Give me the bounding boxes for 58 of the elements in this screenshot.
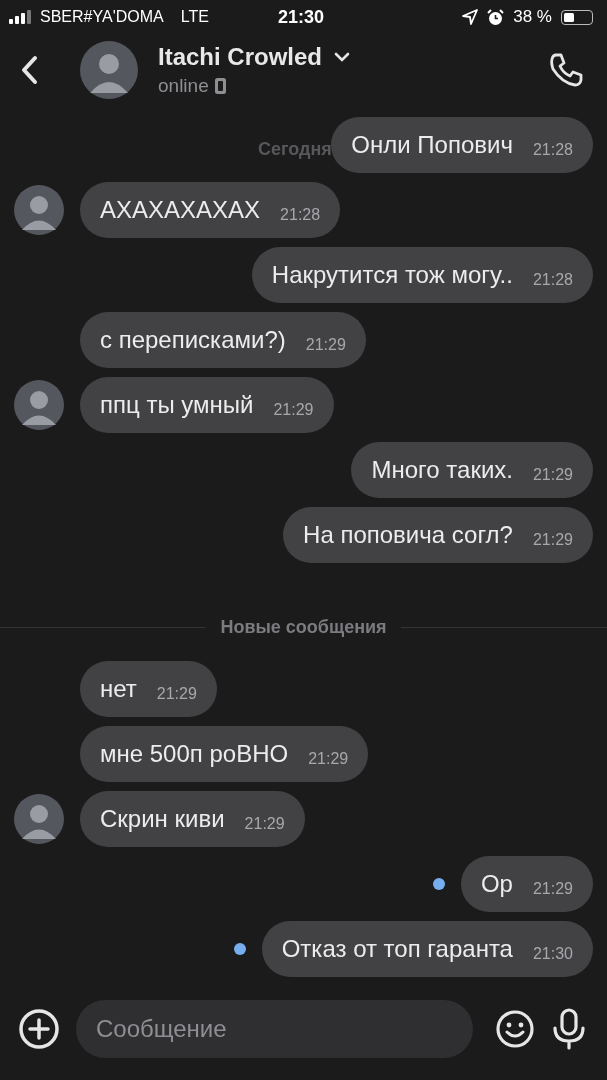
message-text: Накрутится тож могу.. <box>271 261 513 289</box>
message-text: с переписками?) <box>100 326 286 354</box>
message-bubble[interactable]: Накрутится тож могу.. 21:28 <box>251 247 593 303</box>
message-text: нет <box>100 675 137 703</box>
message-bubble[interactable]: Много таких. 21:29 <box>351 442 593 498</box>
message-text: Отказ от топ гаранта <box>281 935 513 963</box>
message-bubble[interactable]: Ор 21:29 <box>460 856 593 912</box>
add-icon[interactable] <box>18 1008 60 1050</box>
message-time: 21:28 <box>280 206 321 224</box>
message-time: 21:29 <box>156 685 197 703</box>
carrier-name: SBER#YA'DOMA <box>40 8 164 26</box>
avatar[interactable] <box>14 185 64 235</box>
avatar[interactable] <box>80 40 138 99</box>
message-text: Скрин киви <box>100 805 225 833</box>
network-type: LTE <box>180 8 209 26</box>
message-bubble[interactable]: Отказ от топ гаранта 21:30 <box>261 921 593 977</box>
message-bubble[interactable]: Онли Попович 21:28 <box>331 117 593 173</box>
message-time: 21:29 <box>273 401 314 419</box>
emoji-icon[interactable] <box>495 1009 535 1049</box>
message-text: На поповича согл? <box>303 521 513 549</box>
new-messages-label: Новые сообщения <box>220 617 387 638</box>
message-time: 21:29 <box>532 466 573 484</box>
contact-name[interactable]: Itachi Crowled <box>158 42 323 71</box>
message-bubble[interactable]: нет 21:29 <box>80 661 217 717</box>
microphone-icon[interactable] <box>551 1008 587 1050</box>
avatar[interactable] <box>14 794 64 844</box>
message-bubble[interactable]: ппц ты умный 21:29 <box>80 377 334 433</box>
message-text: мне 500п роВНО <box>100 740 289 768</box>
message-text: АХАХАХАХАХ <box>100 196 261 224</box>
message-bubble[interactable]: АХАХАХАХАХ 21:28 <box>80 182 341 238</box>
message-time: 21:29 <box>532 531 573 549</box>
message-bubble[interactable]: с переписками?) 21:29 <box>80 312 366 368</box>
chevron-down-icon[interactable] <box>334 51 351 62</box>
location-arrow-icon <box>462 9 479 25</box>
message-text: ппц ты умный <box>100 391 254 419</box>
online-status: online <box>158 74 209 97</box>
clock: 21:30 <box>277 6 324 28</box>
message-time: 21:29 <box>244 815 285 833</box>
message-text: Много таких. <box>371 456 513 484</box>
message-time: 21:30 <box>532 945 573 963</box>
message-bubble[interactable]: Скрин киви 21:29 <box>80 791 305 847</box>
back-icon[interactable] <box>20 54 38 85</box>
message-input[interactable]: Сообщение <box>76 1000 473 1058</box>
message-text: Онли Попович <box>351 131 513 159</box>
battery-icon <box>561 9 593 25</box>
message-time: 21:29 <box>305 336 346 354</box>
message-text: Ор <box>480 870 513 898</box>
message-time: 21:28 <box>532 141 573 159</box>
message-bubble[interactable]: На поповича согл? 21:29 <box>283 507 593 563</box>
message-time: 21:28 <box>532 271 573 289</box>
alarm-clock-icon <box>487 8 505 26</box>
date-label: Сегодня <box>258 139 332 160</box>
message-bubble[interactable]: мне 500п роВНО 21:29 <box>80 726 369 782</box>
phone-device-icon <box>214 77 226 94</box>
battery-percent: 38 % <box>513 7 552 27</box>
message-time: 21:29 <box>308 750 349 768</box>
avatar[interactable] <box>14 380 64 430</box>
message-time: 21:29 <box>532 880 573 898</box>
